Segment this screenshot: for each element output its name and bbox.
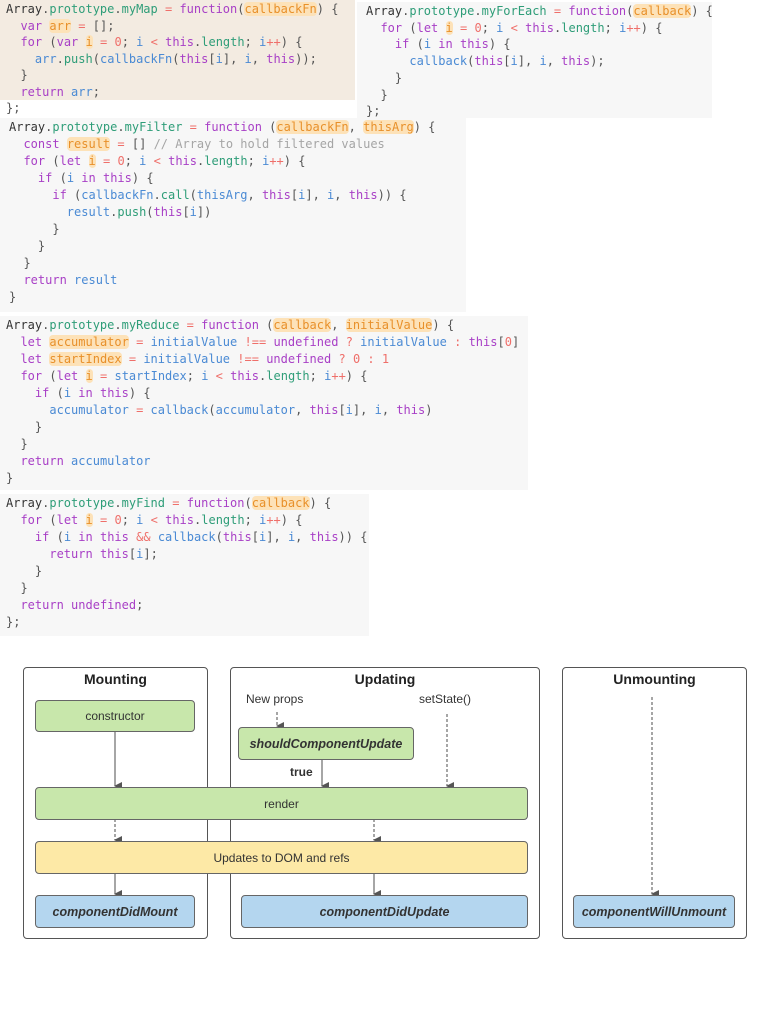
label-set-state: setState() — [419, 692, 472, 706]
code-line: } — [9, 290, 17, 304]
code-line: for (let i = 0; i < this.length; i++) { — [380, 20, 663, 35]
code-line: arr.push(callbackFn(this[i], i, this)); — [34, 51, 317, 66]
code-line: } — [23, 256, 31, 270]
panel-title: Mounting — [84, 671, 147, 687]
code-line: accumulator = callback(accumulator, this… — [49, 403, 433, 417]
code-line: }; — [366, 104, 381, 119]
code-line: callback(this[i], i, this); — [409, 54, 605, 69]
code-line: } — [37, 239, 46, 253]
code-line: return undefined; — [20, 598, 144, 612]
code-line: return arr; — [20, 84, 100, 99]
code-line: } — [52, 222, 60, 236]
box-component-will-unmount: componentWillUnmount — [573, 895, 735, 928]
box-constructor: constructor — [35, 700, 195, 732]
code-line: return accumulator — [20, 454, 151, 468]
code-line: if (i in this) { — [34, 386, 151, 400]
code-line: Array.prototype.myForEach = function(cal… — [366, 4, 713, 18]
code-line: return this[i]; — [49, 547, 158, 561]
code-line: if (i in this) { — [394, 37, 511, 52]
code-line: } — [394, 70, 403, 85]
code-line: } — [20, 581, 28, 595]
code-line: var arr = []; — [20, 18, 115, 33]
code-line: const result = [] // Array to hold filte… — [23, 137, 385, 151]
label-true: true — [290, 765, 313, 779]
box-component-did-mount: componentDidMount — [35, 895, 195, 928]
code-block-myfilter: Array.prototype.myFilter = function (cal… — [0, 118, 466, 312]
code-line: for (let i = 0; i < this.length; i++) { — [20, 513, 303, 527]
code-line: } — [6, 471, 14, 485]
code-line: }; — [6, 101, 21, 115]
code-line: return result — [23, 273, 118, 287]
code-line: } — [20, 437, 28, 451]
box-should-component-update: shouldComponentUpdate — [238, 727, 414, 760]
box-updates-dom: Updates to DOM and refs — [35, 841, 528, 874]
code-line: if (callbackFn.call(thisArg, this[i], i,… — [52, 188, 407, 202]
code-line: } — [380, 87, 388, 102]
code-line: Array.prototype.myFind = function(callba… — [6, 496, 332, 510]
code-block-mymap: Array.prototype.myMap = function(callbac… — [0, 0, 355, 115]
code-line: Array.prototype.myMap = function(callbac… — [6, 2, 339, 16]
box-render: render — [35, 787, 528, 820]
code-line: if (i in this) { — [37, 171, 154, 185]
code-block-myreduce: Array.prototype.myReduce = function (cal… — [0, 316, 528, 490]
code-line: for (var i = 0; i < this.length; i++) { — [20, 35, 303, 49]
panel-title: Updating — [354, 671, 416, 687]
label-new-props: New props — [246, 692, 304, 706]
code-line: } — [20, 68, 28, 82]
code-line: result.push(this[i]) — [66, 205, 212, 219]
code-line: } — [34, 564, 43, 578]
code-line: for (let i = startIndex; i < this.length… — [20, 369, 368, 383]
code-line: } — [34, 420, 43, 434]
code-line: let startIndex = initialValue !== undefi… — [20, 352, 390, 366]
box-component-did-update: componentDidUpdate — [241, 895, 528, 928]
code-line: if (i in this && callback(this[i], i, th… — [34, 530, 368, 544]
code-line: for (let i = 0; i < this.length; i++) { — [23, 154, 306, 168]
code-line: }; — [6, 615, 21, 629]
code-line: Array.prototype.myReduce = function (cal… — [6, 318, 455, 332]
code-line: let accumulator = initialValue !== undef… — [20, 335, 520, 349]
code-block-myforeach: Array.prototype.myForEach = function(cal… — [357, 2, 713, 119]
code-line: Array.prototype.myFilter = function (cal… — [9, 120, 436, 134]
code-block-myfind: Array.prototype.myFind = function(callba… — [0, 494, 369, 636]
panel-title: Unmounting — [613, 671, 696, 687]
